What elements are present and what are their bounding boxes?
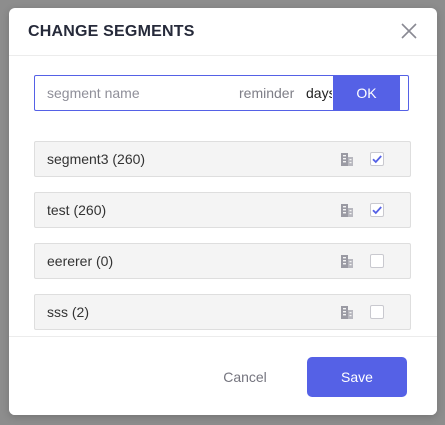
segment-item: segment3 (260) <box>34 141 411 177</box>
document-icon[interactable] <box>340 203 354 218</box>
dialog-footer: Cancel Save <box>9 336 437 415</box>
segment-name: sss (2) <box>47 304 89 320</box>
document-icon[interactable] <box>340 305 354 320</box>
segment-name: eererer (0) <box>47 253 114 269</box>
save-button[interactable]: Save <box>307 357 407 397</box>
document-icon[interactable] <box>340 152 354 167</box>
segment-item: test (260) <box>34 192 411 228</box>
close-icon <box>401 23 417 39</box>
dialog-title: CHANGE SEGMENTS <box>28 23 195 40</box>
close-button[interactable] <box>401 23 417 39</box>
checkmark-icon <box>372 206 382 215</box>
reminder-days-input[interactable]: days <box>306 85 332 101</box>
checkmark-icon <box>372 155 382 164</box>
reminder-label: reminder <box>239 85 295 101</box>
document-icon[interactable] <box>340 254 354 269</box>
dialog-header: CHANGE SEGMENTS <box>9 8 437 56</box>
create-segment-form: reminder days OK <box>34 75 409 111</box>
segment-name: test (260) <box>47 202 107 218</box>
segment-name: segment3 (260) <box>47 151 146 167</box>
segment-list: segment3 (260) test (260) eererer (0) ss… <box>34 141 411 345</box>
segment-checkbox[interactable] <box>370 254 384 268</box>
segment-checkbox[interactable] <box>370 203 384 217</box>
segment-checkbox[interactable] <box>370 152 384 166</box>
change-segments-dialog: CHANGE SEGMENTS reminder days OK segment… <box>9 8 437 415</box>
segment-checkbox[interactable] <box>370 305 384 319</box>
segment-item: sss (2) <box>34 294 411 330</box>
segment-name-input[interactable] <box>35 76 230 110</box>
cancel-button[interactable]: Cancel <box>205 357 285 397</box>
segment-item: eererer (0) <box>34 243 411 279</box>
ok-button[interactable]: OK <box>333 76 400 110</box>
